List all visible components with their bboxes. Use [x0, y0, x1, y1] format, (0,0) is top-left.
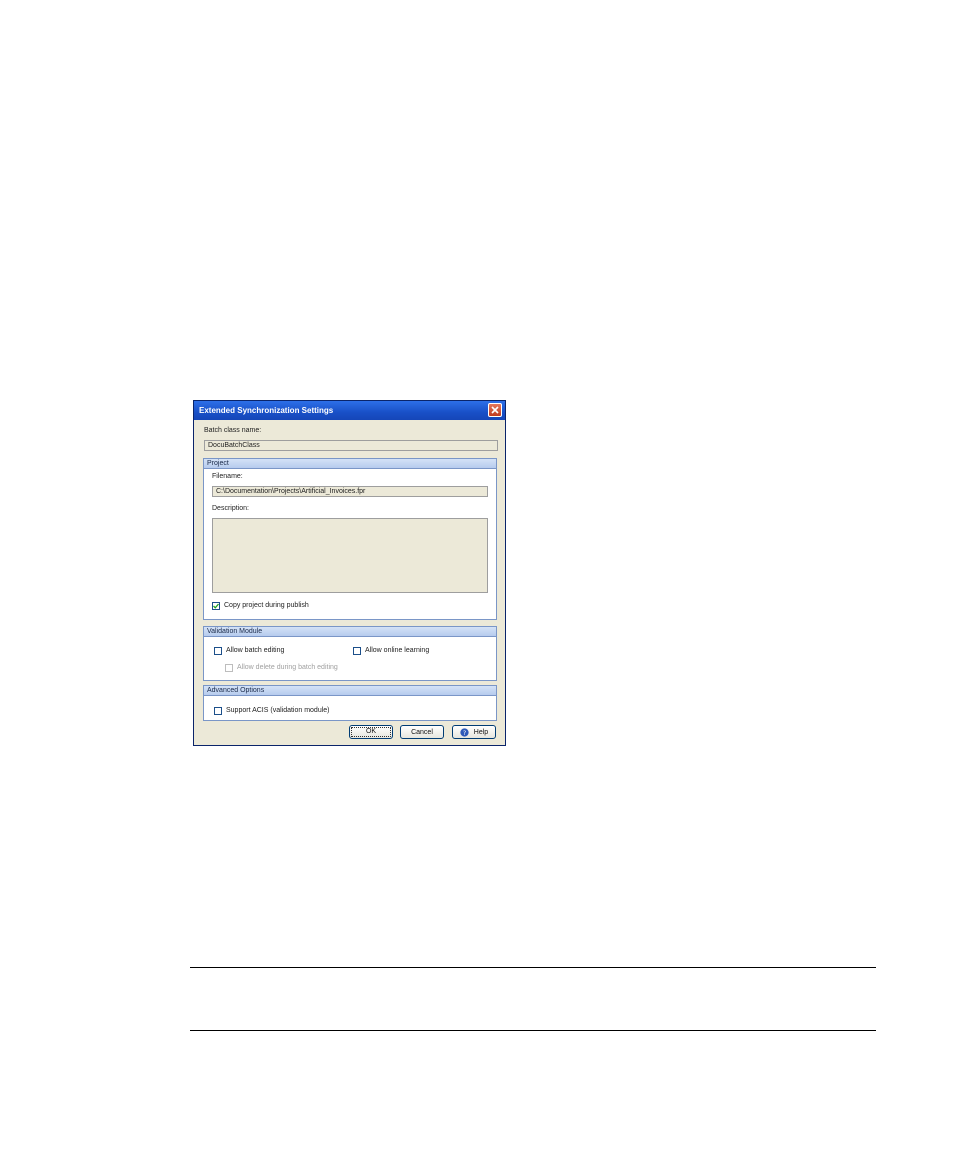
- copy-project-label: Copy project during publish: [224, 602, 309, 609]
- support-acis-checkbox[interactable]: [214, 707, 222, 715]
- close-button[interactable]: [488, 403, 502, 417]
- online-learning-label: Allow online learning: [365, 647, 430, 654]
- project-group: Project Filename: C:\Documentation\Proje…: [203, 458, 497, 620]
- dialog-titlebar[interactable]: Extended Synchronization Settings: [194, 401, 505, 420]
- svg-text:?: ?: [463, 729, 466, 736]
- filename-label: Filename:: [212, 473, 243, 480]
- description-field[interactable]: [212, 518, 488, 593]
- delete-batch-editing-label: Allow delete during batch editing: [237, 664, 338, 671]
- help-button[interactable]: ? Help: [452, 725, 496, 739]
- close-icon: [491, 406, 499, 414]
- checkmark-icon: [213, 603, 219, 609]
- ok-button[interactable]: OK: [349, 725, 393, 739]
- batch-editing-checkbox[interactable]: [214, 647, 222, 655]
- online-learning-checkbox[interactable]: [353, 647, 361, 655]
- validation-group: Validation Module Allow batch editing Al…: [203, 626, 497, 681]
- dialog-title: Extended Synchronization Settings: [199, 406, 334, 415]
- validation-header: Validation Module: [204, 627, 496, 637]
- divider-bottom: [190, 1030, 876, 1031]
- ok-button-label: OK: [350, 727, 392, 737]
- help-icon: ?: [460, 727, 469, 736]
- divider-top: [190, 967, 876, 968]
- support-acis-label: Support ACIS (validation module): [226, 707, 330, 714]
- filename-field[interactable]: C:\Documentation\Projects\Artificial_Inv…: [212, 486, 488, 497]
- delete-batch-editing-checkbox: [225, 664, 233, 672]
- description-label: Description:: [212, 505, 249, 512]
- copy-project-checkbox[interactable]: [212, 602, 220, 610]
- extended-sync-dialog: Extended Synchronization Settings Batch …: [193, 400, 506, 746]
- batch-class-label: Batch class name:: [204, 427, 262, 434]
- project-header: Project: [204, 459, 496, 469]
- batch-class-field[interactable]: DocuBatchClass: [204, 440, 498, 451]
- cancel-button[interactable]: Cancel: [400, 725, 444, 739]
- advanced-header: Advanced Options: [204, 686, 496, 696]
- help-button-label: Help: [473, 728, 489, 736]
- advanced-group: Advanced Options Support ACIS (validatio…: [203, 685, 497, 721]
- batch-editing-label: Allow batch editing: [226, 647, 285, 654]
